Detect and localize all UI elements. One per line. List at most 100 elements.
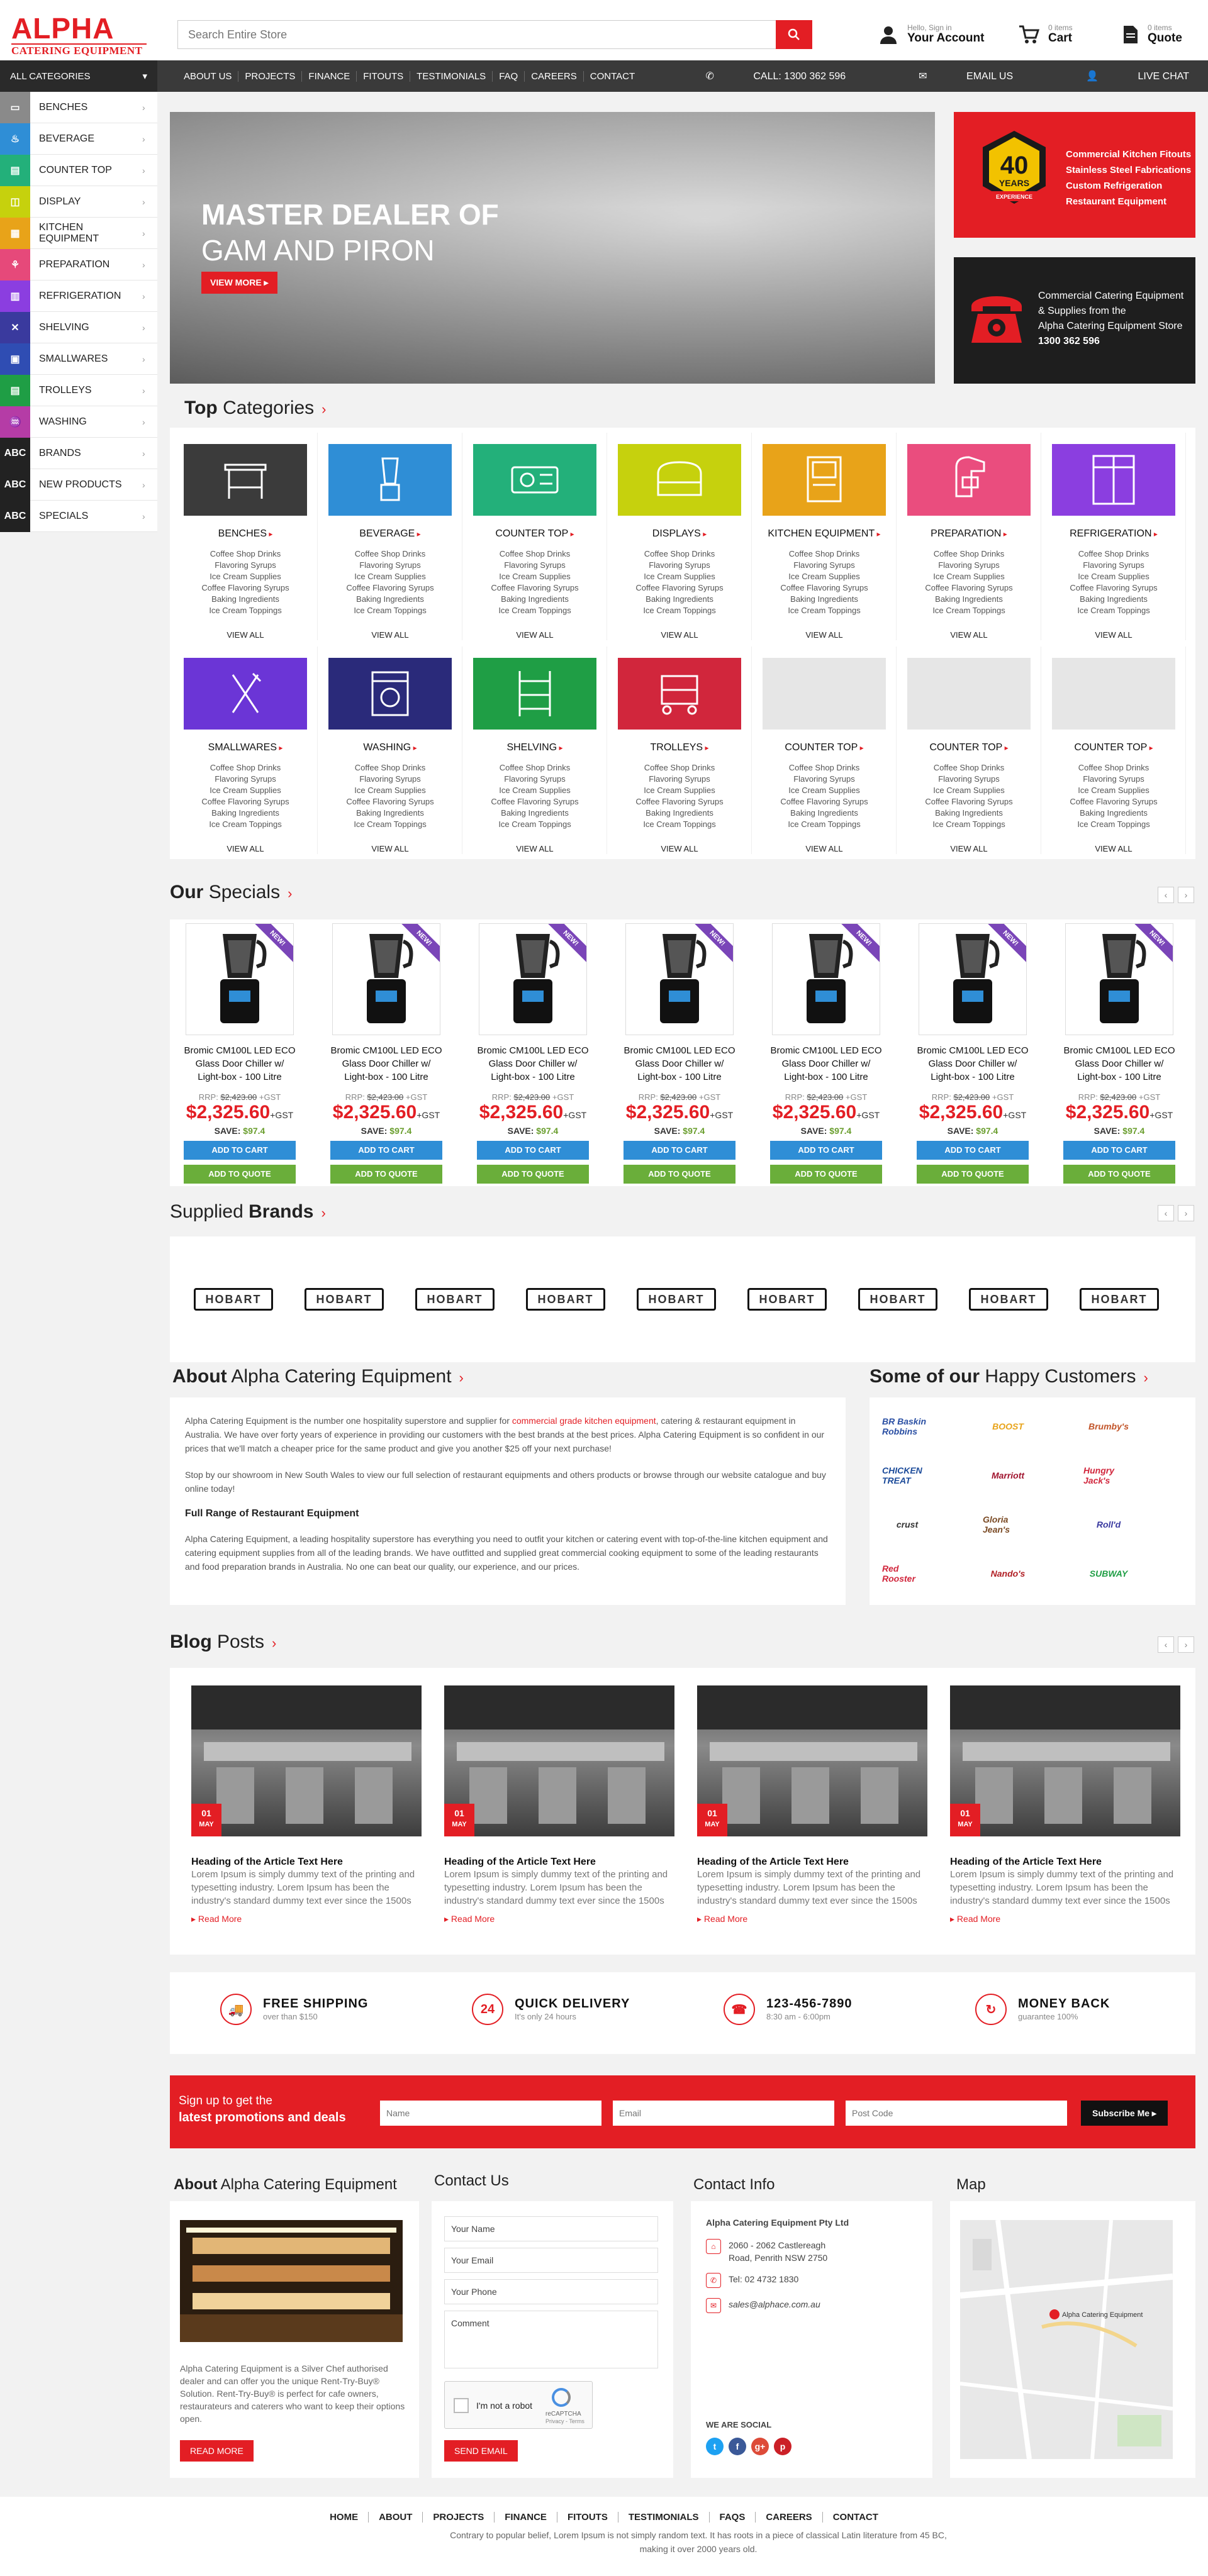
experience-promo[interactable]: 40 YEARS EXPERIENCE Commercial Kitchen F… (954, 112, 1195, 238)
footer-link-home[interactable]: HOME (320, 2512, 369, 2523)
view-all-link[interactable]: VIEW ALL (174, 630, 317, 640)
category-subitem[interactable]: Baking Ingredients (752, 594, 896, 605)
facebook-icon[interactable]: f (729, 2438, 746, 2455)
view-all-link[interactable]: VIEW ALL (463, 844, 607, 853)
brand-logo-hobart[interactable]: HOBART (194, 1288, 273, 1311)
category-card-displays[interactable]: DISPLAYS Coffee Shop DrinksFlavoring Syru… (608, 433, 752, 640)
category-subitem[interactable]: Coffee Shop Drinks (897, 762, 1041, 774)
contact-name-field[interactable]: Your Name (444, 2216, 658, 2241)
category-name[interactable]: DISPLAYS (608, 528, 751, 540)
product-image[interactable]: NEW! (479, 923, 587, 1035)
category-subitem[interactable]: Coffee Shop Drinks (174, 548, 317, 560)
category-subitem[interactable]: Coffee Shop Drinks (752, 762, 896, 774)
sidebar-item-shelving[interactable]: ✕ SHELVING › (0, 311, 157, 343)
newsletter-postcode-input[interactable] (846, 2101, 1067, 2126)
category-subitem[interactable]: Ice Cream Supplies (318, 571, 462, 582)
category-subitem[interactable]: Coffee Flavoring Syrups (897, 796, 1041, 808)
product-name[interactable]: Bromic CM100L LED ECO Glass Door Chiller… (1062, 1044, 1177, 1084)
footer-link-finance[interactable]: FINANCE (495, 2512, 557, 2523)
menu-item-fitouts[interactable]: FITOUTS (357, 70, 411, 82)
telephone-text[interactable]: Tel: 02 4732 1830 (729, 2274, 798, 2284)
hero-view-more-button[interactable]: VIEW MORE ▸ (201, 272, 277, 294)
add-to-cart-button[interactable]: ADD TO CART (624, 1141, 735, 1160)
view-all-link[interactable]: VIEW ALL (463, 630, 607, 640)
menu-item-projects[interactable]: PROJECTS (238, 70, 303, 82)
category-subitem[interactable]: Ice Cream Toppings (897, 605, 1041, 616)
category-subitem[interactable]: Coffee Flavoring Syrups (1042, 796, 1185, 808)
read-more-link[interactable]: ▸ Read More (191, 1914, 422, 1924)
footer-link-about[interactable]: ABOUT (369, 2512, 423, 2523)
sidebar-item-benches[interactable]: ▭ BENCHES › (0, 91, 157, 123)
recaptcha-terms[interactable]: Privacy - Terms (545, 2418, 584, 2424)
add-to-quote-button[interactable]: ADD TO QUOTE (330, 1165, 442, 1184)
blog-post-image[interactable]: 01 MAY (950, 1685, 1180, 1836)
account-link[interactable]: Hello, Sign in Your Account (878, 20, 984, 49)
category-subitem[interactable]: Ice Cream Supplies (897, 571, 1041, 582)
call-link[interactable]: ✆ CALL: 1300 362 596 (669, 70, 846, 82)
add-to-quote-button[interactable]: ADD TO QUOTE (770, 1165, 882, 1184)
category-subitem[interactable]: Baking Ingredients (752, 808, 896, 819)
brand-logo-hobart[interactable]: HOBART (526, 1288, 605, 1311)
chevron-right-icon[interactable]: › (272, 1635, 276, 1651)
category-subitem[interactable]: Ice Cream Toppings (752, 819, 896, 830)
category-subitem[interactable]: Ice Cream Supplies (608, 785, 751, 796)
all-categories-toggle[interactable]: ALL CATEGORIES ▾ (0, 60, 157, 92)
product-name[interactable]: Bromic CM100L LED ECO Glass Door Chiller… (182, 1044, 297, 1084)
blog-post-image[interactable]: 01 MAY (444, 1685, 674, 1836)
category-subitem[interactable]: Coffee Shop Drinks (463, 762, 607, 774)
category-subitem[interactable]: Coffee Shop Drinks (608, 762, 751, 774)
category-subitem[interactable]: Baking Ingredients (897, 594, 1041, 605)
blog-post-heading[interactable]: Heading of the Article Text Here (950, 1857, 1180, 1868)
pinterest-icon[interactable]: p (774, 2438, 791, 2455)
category-subitem[interactable]: Flavoring Syrups (463, 560, 607, 571)
category-subitem[interactable]: Coffee Shop Drinks (1042, 548, 1185, 560)
category-subitem[interactable]: Coffee Shop Drinks (752, 548, 896, 560)
view-all-link[interactable]: VIEW ALL (897, 630, 1041, 640)
view-all-link[interactable]: VIEW ALL (752, 844, 896, 853)
product-name[interactable]: Bromic CM100L LED ECO Glass Door Chiller… (329, 1044, 444, 1084)
footer-link-careers[interactable]: CAREERS (756, 2512, 823, 2523)
email-link[interactable]: ✉ EMAIL US (882, 70, 1013, 82)
category-subitem[interactable]: Baking Ingredients (608, 594, 751, 605)
brands-next-button[interactable]: › (1178, 1205, 1194, 1221)
category-subitem[interactable]: Flavoring Syrups (608, 560, 751, 571)
product-card[interactable]: NEW! Bromic CM100L LED ECO Glass Door Chi… (622, 919, 737, 1187)
category-card-shelving[interactable]: SHELVING Coffee Shop DrinksFlavoring Syru… (463, 647, 607, 854)
category-subitem[interactable]: Ice Cream Toppings (463, 605, 607, 616)
add-to-cart-button[interactable]: ADD TO CART (184, 1141, 296, 1160)
category-card-counter-top[interactable]: COUNTER TOP Coffee Shop DrinksFlavoring S… (897, 647, 1041, 854)
category-subitem[interactable]: Coffee Shop Drinks (174, 762, 317, 774)
blog-post-card[interactable]: 01 MAY Heading of the Article Text Here Lor… (191, 1685, 422, 1943)
category-subitem[interactable]: Coffee Shop Drinks (897, 548, 1041, 560)
category-subitem[interactable]: Coffee Flavoring Syrups (752, 796, 896, 808)
subscribe-button[interactable]: Subscribe Me ▸ (1081, 2101, 1168, 2126)
category-subitem[interactable]: Flavoring Syrups (174, 560, 317, 571)
product-card[interactable]: NEW! Bromic CM100L LED ECO Glass Door Chi… (182, 919, 297, 1187)
footer-link-contact[interactable]: CONTACT (823, 2512, 888, 2523)
sidebar-item-brands[interactable]: ABC BRANDS › (0, 437, 157, 469)
product-name[interactable]: Bromic CM100L LED ECO Glass Door Chiller… (622, 1044, 737, 1084)
add-to-cart-button[interactable]: ADD TO CART (330, 1141, 442, 1160)
category-subitem[interactable]: Baking Ingredients (174, 594, 317, 605)
category-name[interactable]: COUNTER TOP (897, 742, 1041, 753)
blog-post-card[interactable]: 01 MAY Heading of the Article Text Here Lor… (950, 1685, 1180, 1943)
category-card-preparation[interactable]: PREPARATION Coffee Shop DrinksFlavoring S… (897, 433, 1041, 640)
category-subitem[interactable]: Ice Cream Toppings (463, 819, 607, 830)
brand-logo-hobart[interactable]: HOBART (858, 1288, 937, 1311)
sidebar-item-kitchen-equipment[interactable]: ▦ KITCHEN EQUIPMENT › (0, 217, 157, 249)
category-subitem[interactable]: Ice Cream Supplies (318, 785, 462, 796)
sidebar-item-counter-top[interactable]: ▤ COUNTER TOP › (0, 154, 157, 186)
footer-link-faqs[interactable]: FAQS (709, 2512, 756, 2523)
category-subitem[interactable]: Coffee Shop Drinks (318, 548, 462, 560)
view-all-link[interactable]: VIEW ALL (897, 844, 1041, 853)
category-subitem[interactable]: Coffee Flavoring Syrups (174, 582, 317, 594)
sidebar-item-washing[interactable]: ♒ WASHING › (0, 406, 157, 438)
category-subitem[interactable]: Coffee Flavoring Syrups (318, 796, 462, 808)
product-card[interactable]: NEW! Bromic CM100L LED ECO Glass Door Chi… (476, 919, 590, 1187)
category-subitem[interactable]: Flavoring Syrups (897, 774, 1041, 785)
category-subitem[interactable]: Ice Cream Supplies (608, 571, 751, 582)
add-to-cart-button[interactable]: ADD TO CART (770, 1141, 882, 1160)
chevron-right-icon[interactable]: › (321, 1205, 325, 1221)
category-subitem[interactable]: Coffee Flavoring Syrups (318, 582, 462, 594)
phone-promo[interactable]: Commercial Catering Equipment & Supplies… (954, 257, 1195, 384)
